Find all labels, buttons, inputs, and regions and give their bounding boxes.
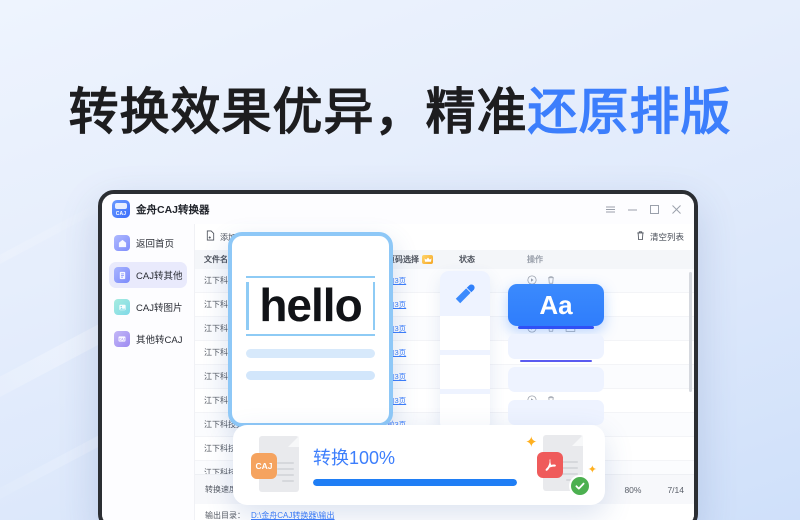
clear-list-label: 清空列表 (649, 232, 684, 242)
sidebar-item-label: 其他转CAJ (136, 335, 183, 346)
minimize-icon[interactable] (627, 204, 638, 215)
conversion-progress-card: CAJ 转换100% ✦ ✦ (233, 425, 605, 505)
sidebar-item-caj-to-image[interactable]: CAJ转图片 (109, 294, 187, 320)
page-headline: 转换效果优异，精准还原排版 (0, 72, 800, 144)
maximize-icon[interactable] (649, 204, 660, 215)
pdf-file-icon: ✦ ✦ (525, 434, 597, 497)
sidebar-item-label: CAJ转图片 (136, 303, 183, 314)
other-to-caj-icon: CAJ (114, 331, 130, 347)
headline-dark-text: 转换效果优异，精准 (68, 84, 528, 140)
column-header-status: 状态 (459, 255, 475, 264)
style-placeholder-card (508, 367, 604, 392)
caj-file-icon: CAJ (251, 436, 299, 494)
home-icon (114, 235, 130, 251)
placeholder-bar (246, 348, 375, 358)
aa-text: Aa (539, 289, 573, 320)
aa-font-card: Aa (508, 284, 604, 329)
sidebar: 返回首页 CAJ转其他 CAJ转图片 CAJ 其他转CAJ (102, 224, 194, 520)
output-bar: 输出目录： D:\金舟CAJ转换器\输出 (195, 504, 694, 520)
font-style-card-stack: Aa (508, 284, 604, 425)
sidebar-item-home[interactable]: 返回首页 (109, 230, 187, 256)
caj-badge-label: CAJ (251, 453, 277, 479)
swatch-slot (440, 394, 490, 428)
swatch-slot (440, 316, 490, 350)
app-logo-text: CAJ (115, 211, 127, 217)
sidebar-item-caj-to-other[interactable]: CAJ转其他 (109, 262, 187, 288)
check-icon (569, 475, 591, 497)
progress-section: 转换100% (313, 444, 517, 486)
column-header-page-select: 页码选择 (387, 254, 459, 265)
color-picker-card (440, 271, 490, 431)
style-placeholder-card (508, 334, 604, 362)
progress-track (313, 479, 517, 486)
eyedropper-icon (440, 271, 490, 316)
column-header-operation: 操作 (527, 255, 543, 264)
zoom-level[interactable]: 80% (624, 485, 641, 495)
progress-label: 转换100% (313, 448, 396, 468)
headline-accent-text: 还原排版 (527, 84, 732, 140)
clear-list-icon (635, 228, 646, 246)
title-bar: CAJ 金舟CAJ转换器 (102, 194, 694, 224)
progress-fill (313, 479, 517, 486)
app-logo-icon: CAJ (112, 200, 130, 218)
sparkle-icon: ✦ (587, 464, 597, 476)
vip-badge-icon (422, 255, 433, 265)
output-path[interactable]: D:\金舟CAJ转换器\输出 (251, 510, 335, 520)
caj-to-other-icon (114, 267, 130, 283)
table-scrollbar[interactable] (689, 272, 692, 392)
close-icon[interactable] (671, 204, 682, 215)
placeholder-bar (246, 370, 375, 380)
caj-to-image-icon (114, 299, 130, 315)
style-placeholder-card (508, 400, 604, 425)
svg-text:CAJ: CAJ (119, 337, 125, 341)
sidebar-item-label: CAJ转其他 (136, 271, 183, 282)
add-file-icon (205, 228, 216, 246)
swatch-slot (440, 355, 490, 389)
hello-text: hello (259, 279, 362, 331)
app-title: 金舟CAJ转换器 (136, 203, 210, 216)
aa-underline (518, 326, 594, 329)
window-controls (605, 204, 686, 215)
sidebar-item-label: 返回首页 (136, 239, 175, 250)
pdf-badge-icon (537, 452, 563, 478)
output-label: 输出目录： (205, 510, 245, 520)
hamburger-icon[interactable] (605, 204, 616, 215)
hello-text-frame: hello (246, 276, 375, 336)
sidebar-item-other-to-caj[interactable]: CAJ 其他转CAJ (109, 326, 187, 352)
hello-preview-card: hello (228, 232, 393, 427)
page-indicator: 7/14 (667, 484, 684, 495)
